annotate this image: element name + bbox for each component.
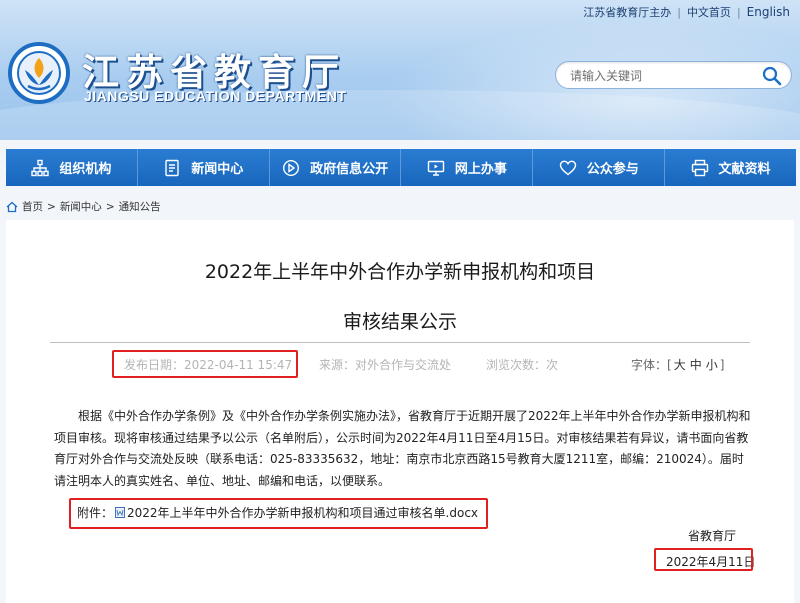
nav-label: 组织机构 — [59, 162, 112, 177]
font-size-end: ] — [719, 358, 725, 372]
highlight-box-sign-date — [654, 548, 753, 571]
font-size-large[interactable]: 大 — [674, 358, 686, 372]
nav-item-public-info[interactable]: 政府信息公开 — [269, 149, 402, 186]
home-icon — [6, 201, 18, 212]
breadcrumb-separator: > — [47, 200, 56, 213]
top-links: 江苏省教育厅主办 | 中文首页 | English — [583, 4, 790, 20]
monitor-icon — [427, 160, 445, 176]
nav-label: 政府信息公开 — [310, 162, 389, 177]
article-title-line2: 审核结果公示 — [342, 311, 457, 333]
top-link-divider: | — [677, 5, 681, 19]
title-divider — [50, 342, 750, 343]
public-info-icon — [283, 159, 300, 176]
main-nav: 组织机构 新闻中心 政府信息公开 网上办事 公众参与 文献资料 — [6, 149, 796, 186]
breadcrumb-current[interactable]: 通知公告 — [119, 199, 161, 214]
site-header: 江苏省教育厅主办 | 中文首页 | English 江苏省教育厅 JIANGSU… — [0, 0, 800, 140]
nav-item-news[interactable]: 新闻中心 — [137, 149, 270, 186]
search-input[interactable] — [570, 66, 755, 86]
top-link-english[interactable]: English — [747, 5, 790, 19]
nav-label: 文献资料 — [718, 162, 771, 177]
top-link-home[interactable]: 中文首页 — [687, 4, 731, 20]
emblem-icon — [17, 51, 61, 95]
heart-icon — [559, 160, 576, 175]
breadcrumb: 首页 > 新闻中心 > 通知公告 — [6, 199, 161, 214]
search-icon[interactable] — [761, 65, 783, 87]
nav-item-participation[interactable]: 公众参与 — [533, 149, 666, 186]
site-logo[interactable] — [8, 42, 70, 104]
printer-icon — [691, 159, 708, 176]
top-link-divider: | — [736, 5, 741, 19]
article-panel: 2022年上半年中外合作办学新申报机构和项目 审核结果公示 发布日期：2022-… — [6, 220, 794, 603]
article-source: 来源：对外合作与交流处 — [319, 358, 452, 372]
breadcrumb-home[interactable]: 首页 — [22, 199, 43, 214]
breadcrumb-separator: > — [105, 200, 115, 213]
nav-item-online-service[interactable]: 网上办事 — [401, 149, 534, 186]
view-count: 浏览次数：次 — [486, 358, 559, 372]
nav-item-org[interactable]: 组织机构 — [6, 149, 138, 186]
font-size-small[interactable]: 小 — [706, 358, 718, 372]
site-subtitle: JIANGSU EDUCATION DEPARTMENT — [84, 88, 347, 104]
nav-label: 网上办事 — [454, 162, 507, 177]
top-link-sponsor[interactable]: 江苏省教育厅主办 — [583, 4, 671, 20]
highlight-box-date — [112, 350, 298, 378]
font-size-switcher: 字体：[大中小] — [631, 356, 724, 373]
highlight-box-attachment — [69, 498, 488, 529]
nav-label: 新闻中心 — [191, 162, 244, 177]
font-size-medium[interactable]: 中 — [690, 358, 702, 372]
document-icon — [165, 159, 179, 176]
font-size-label: 字体：[ — [631, 358, 672, 372]
org-chart-icon — [31, 159, 50, 176]
search-box — [555, 61, 792, 89]
article-body: 根据《中外合作办学条例》及《中外合作办学条例实施办法》，省教育厅于近期开展了20… — [54, 409, 751, 489]
nav-item-documents[interactable]: 文献资料 — [665, 149, 796, 186]
nav-label: 公众参与 — [586, 162, 639, 177]
article-title: 2022年上半年中外合作办学新申报机构和项目 — [204, 261, 596, 283]
signature: 省教育厅 — [687, 529, 736, 543]
breadcrumb-news[interactable]: 新闻中心 — [60, 199, 102, 214]
